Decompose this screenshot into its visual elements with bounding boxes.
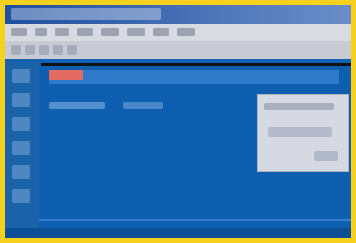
- tool-icon[interactable]: [12, 165, 30, 179]
- dialog-field[interactable]: [268, 127, 332, 137]
- toolbar-button[interactable]: [11, 45, 21, 55]
- toolbar-button[interactable]: [25, 45, 35, 55]
- status-bar: [5, 228, 351, 238]
- menu-item[interactable]: [35, 28, 47, 36]
- menu-bar: [5, 24, 351, 41]
- dialog-button[interactable]: [314, 151, 338, 161]
- tool-icon[interactable]: [12, 189, 30, 203]
- title-bar: [5, 5, 351, 24]
- toolbar: [5, 41, 351, 59]
- tool-icon[interactable]: [12, 141, 30, 155]
- toolbar-button[interactable]: [67, 45, 77, 55]
- header-strip: [49, 70, 339, 84]
- menu-item[interactable]: [127, 28, 145, 36]
- menu-item[interactable]: [55, 28, 69, 36]
- menu-item[interactable]: [101, 28, 119, 36]
- menu-item[interactable]: [77, 28, 93, 36]
- tool-icon[interactable]: [12, 93, 30, 107]
- app-window: [5, 5, 351, 238]
- window-title-placeholder: [11, 8, 161, 20]
- toolbar-button[interactable]: [39, 45, 49, 55]
- tool-icon[interactable]: [12, 117, 30, 131]
- menu-item[interactable]: [177, 28, 195, 36]
- text-label: [123, 102, 163, 109]
- menu-item[interactable]: [11, 28, 27, 36]
- divider: [39, 219, 351, 221]
- menu-item[interactable]: [153, 28, 169, 36]
- left-tool-rail: [5, 59, 39, 238]
- tool-icon[interactable]: [12, 69, 30, 83]
- dialog-panel: [257, 94, 349, 172]
- toolbar-button[interactable]: [53, 45, 63, 55]
- workspace: [39, 66, 351, 238]
- text-label: [49, 102, 105, 109]
- dialog-header: [264, 103, 334, 110]
- accent-tab[interactable]: [49, 70, 83, 80]
